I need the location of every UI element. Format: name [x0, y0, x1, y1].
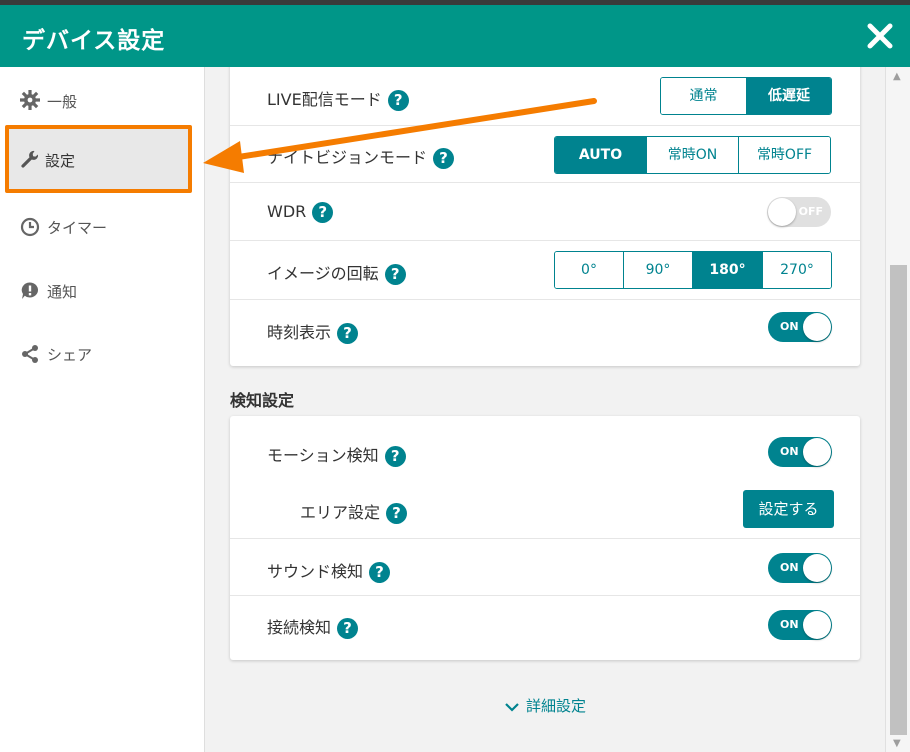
- night-vision-row: ナイトビジョンモード? AUTO 常時ON 常時OFF: [230, 126, 860, 183]
- close-icon: [867, 23, 893, 49]
- sidebar-item-general[interactable]: 一般: [0, 69, 204, 131]
- connection-detection-row: 接続検知? ON: [230, 596, 860, 660]
- time-display-row: 時刻表示? ON: [230, 300, 860, 366]
- rotation-selector: 0° 90° 180° 270°: [554, 251, 832, 289]
- toggle-knob: [803, 611, 831, 639]
- alert-bubble-icon: [21, 282, 38, 299]
- night-vision-label: ナイトビジョンモード: [267, 148, 428, 167]
- help-icon[interactable]: ?: [312, 202, 334, 223]
- night-vision-always-on-option[interactable]: 常時ON: [647, 137, 739, 173]
- rotation-label: イメージの回転: [267, 264, 379, 283]
- time-display-toggle[interactable]: ON: [768, 312, 832, 342]
- help-icon[interactable]: ?: [433, 148, 455, 169]
- connection-detection-label: 接続検知: [267, 618, 332, 637]
- advanced-settings-link[interactable]: 詳細設定: [205, 695, 885, 716]
- sidebar-item-settings[interactable]: 設定: [0, 125, 204, 193]
- share-icon: [22, 345, 38, 363]
- toggle-state-text: OFF: [798, 205, 823, 218]
- live-mode-low-latency-option[interactable]: 低遅延: [747, 78, 831, 114]
- scroll-down-arrow-icon[interactable]: ▼: [893, 738, 901, 749]
- toggle-knob: [768, 198, 796, 226]
- rotation-row: イメージの回転? 0° 90° 180° 270°: [230, 241, 860, 300]
- live-mode-selector: 通常 低遅延: [660, 77, 832, 115]
- live-mode-row: LIVE配信モード? 通常 低遅延: [230, 67, 860, 126]
- help-icon[interactable]: ?: [387, 90, 409, 111]
- chevron-down-icon: [505, 702, 519, 712]
- sidebar-item-share[interactable]: シェア: [0, 322, 204, 384]
- content-scrollbar[interactable]: ▲ ▼: [885, 67, 910, 752]
- toggle-knob: [803, 438, 831, 466]
- clock-icon: [20, 217, 40, 237]
- detection-section-title: 検知設定: [230, 391, 295, 410]
- motion-detection-row: モーション検知? ON: [230, 416, 860, 478]
- sidebar-item-timer[interactable]: タイマー: [0, 195, 204, 257]
- settings-content: LIVE配信モード? 通常 低遅延 ナイトビジョンモード? AUTO 常時ON …: [205, 67, 885, 752]
- motion-detection-label: モーション検知: [267, 446, 379, 465]
- gear-icon: [20, 90, 40, 110]
- help-icon[interactable]: ?: [386, 503, 408, 524]
- rotation-90-option[interactable]: 90°: [624, 252, 693, 288]
- connection-detection-toggle[interactable]: ON: [768, 610, 832, 640]
- live-mode-normal-option[interactable]: 通常: [661, 78, 747, 114]
- sidebar-item-label: タイマー: [47, 219, 108, 237]
- dialog-title: デバイス設定: [22, 28, 166, 54]
- sidebar-item-label: 設定: [45, 152, 76, 170]
- sidebar-item-label: シェア: [47, 346, 93, 364]
- rotation-270-option[interactable]: 270°: [763, 252, 831, 288]
- advanced-settings-label: 詳細設定: [525, 697, 586, 715]
- camera-settings-card: LIVE配信モード? 通常 低遅延 ナイトビジョンモード? AUTO 常時ON …: [230, 67, 860, 366]
- wdr-row: WDR? OFF: [230, 183, 860, 241]
- toggle-knob: [803, 313, 831, 341]
- rotation-180-option[interactable]: 180°: [693, 252, 763, 288]
- settings-sidebar: 一般 設定 タイマー 通知 シェア: [0, 67, 205, 752]
- sound-detection-toggle[interactable]: ON: [768, 553, 832, 583]
- scrollbar-thumb[interactable]: [890, 265, 907, 735]
- close-button[interactable]: [864, 20, 896, 52]
- time-display-label: 時刻表示: [267, 323, 332, 342]
- sidebar-item-notification[interactable]: 通知: [0, 259, 204, 321]
- scroll-up-arrow-icon[interactable]: ▲: [893, 71, 901, 82]
- night-vision-always-off-option[interactable]: 常時OFF: [739, 137, 830, 173]
- wrench-icon: [21, 150, 39, 168]
- sidebar-item-label: 一般: [47, 93, 78, 111]
- toggle-state-text: ON: [780, 561, 799, 574]
- wdr-label: WDR: [267, 202, 307, 221]
- toggle-knob: [803, 554, 831, 582]
- help-icon[interactable]: ?: [337, 323, 359, 344]
- wdr-toggle[interactable]: OFF: [767, 197, 831, 227]
- night-vision-auto-option[interactable]: AUTO: [555, 137, 647, 173]
- toggle-state-text: ON: [780, 320, 799, 333]
- sound-detection-label: サウンド検知: [267, 562, 364, 581]
- night-vision-selector: AUTO 常時ON 常時OFF: [554, 136, 831, 174]
- dialog-header: デバイス設定: [0, 5, 910, 67]
- rotation-0-option[interactable]: 0°: [555, 252, 624, 288]
- toggle-state-text: ON: [780, 445, 799, 458]
- live-mode-label: LIVE配信モード: [267, 90, 382, 109]
- area-setting-label: エリア設定: [300, 503, 381, 522]
- sound-detection-row: サウンド検知? ON: [230, 539, 860, 596]
- area-setting-row: エリア設定? 設定する: [230, 478, 860, 539]
- sidebar-item-label: 通知: [47, 283, 78, 301]
- motion-detection-toggle[interactable]: ON: [768, 437, 832, 467]
- help-icon[interactable]: ?: [337, 618, 359, 639]
- detection-settings-card: モーション検知? ON エリア設定? 設定する サウンド検知? ON 接続検知 …: [230, 416, 860, 660]
- help-icon[interactable]: ?: [369, 562, 391, 583]
- help-icon[interactable]: ?: [384, 264, 406, 285]
- toggle-state-text: ON: [780, 618, 799, 631]
- help-icon[interactable]: ?: [384, 446, 406, 467]
- area-setting-button[interactable]: 設定する: [743, 490, 834, 528]
